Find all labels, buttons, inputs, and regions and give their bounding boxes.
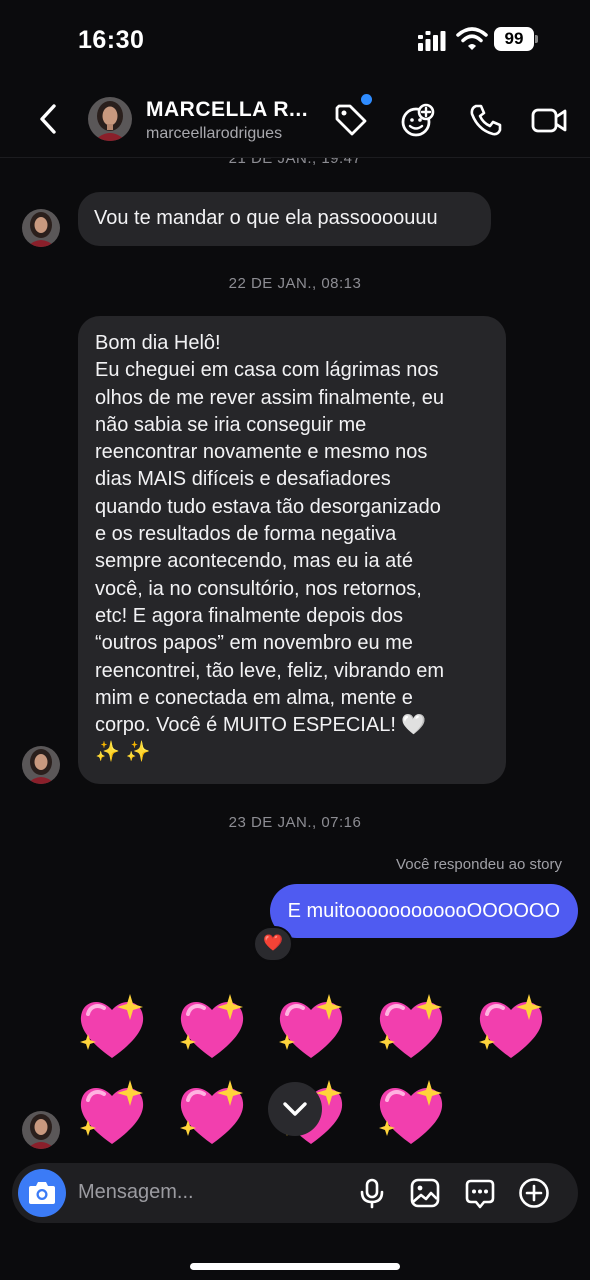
status-bar: 16:30 99 — [0, 0, 590, 80]
chat-header: MARCELLA R... marceellarodrigues — [0, 80, 590, 158]
message-bubble-sent[interactable]: E muitoooooooooooOOOOOO — [269, 884, 578, 938]
reaction-badge[interactable]: ❤️ — [253, 926, 293, 962]
timestamp: 22 DE JAN., 08:13 — [228, 275, 362, 292]
message-bubble-received[interactable]: Vou te mandar o que ela passoooouuu — [78, 192, 491, 246]
battery-level: 99 — [494, 27, 534, 51]
status-time: 16:30 — [78, 26, 145, 54]
message-line: dias MAIS difíceis e desafiadores — [95, 468, 391, 491]
sparkling-hearts-row[interactable] — [74, 1078, 449, 1164]
message-line: quando tudo estava tão desorganizado — [95, 495, 441, 518]
chevron-left-icon[interactable] — [36, 102, 62, 136]
sparkling-heart-icon — [373, 1078, 449, 1150]
camera-icon — [29, 1182, 55, 1204]
message-line: ✨ ✨ — [95, 741, 151, 764]
sparkling-heart-icon — [74, 1078, 150, 1150]
message-input[interactable]: Mensagem... — [78, 1181, 194, 1204]
plus-circle-icon[interactable] — [518, 1177, 550, 1209]
message-avatar[interactable] — [22, 746, 60, 784]
chevron-down-icon — [283, 1102, 307, 1116]
sparkling-heart-icon — [473, 992, 549, 1064]
image-icon[interactable] — [409, 1177, 441, 1209]
scroll-to-bottom-button[interactable] — [268, 1082, 322, 1136]
timestamp: 23 DE JAN., 07:16 — [228, 814, 362, 831]
message-line: Bom dia Helô! — [95, 332, 221, 354]
message-line: olhos de me rever assim finalmente, eu — [95, 386, 445, 409]
battery-indicator: 99 — [494, 27, 538, 51]
message-line: Eu cheguei em casa com lágrimas nos — [95, 359, 439, 382]
contact-username[interactable]: marceellarodrigues — [146, 125, 282, 143]
sparkling-heart-icon — [174, 1078, 250, 1150]
contact-name[interactable]: MARCELLA R... — [146, 98, 308, 122]
wifi-icon — [456, 27, 488, 50]
sparkling-heart-icon — [174, 992, 250, 1064]
message-line: corpo. Você é MUITO ESPECIAL! 🤍 — [95, 714, 427, 737]
video-icon[interactable] — [530, 102, 568, 138]
sparkling-hearts-row[interactable] — [74, 992, 549, 1078]
message-dots-icon[interactable] — [464, 1177, 496, 1209]
sparkling-heart-icon — [373, 992, 449, 1064]
sparkling-heart-icon — [273, 992, 349, 1064]
message-composer: Mensagem... — [12, 1163, 578, 1223]
microphone-icon[interactable] — [356, 1177, 388, 1209]
message-avatar[interactable] — [22, 1111, 60, 1149]
phone-icon[interactable] — [468, 102, 504, 138]
cellular-signal-icon — [418, 31, 446, 51]
sticker-icon[interactable] — [400, 102, 436, 138]
message-line: reencontrei, tão leve, feliz, vibrando e… — [95, 659, 445, 682]
home-indicator — [190, 1263, 400, 1270]
message-line: reencontrar novamente e mesmo nos — [95, 441, 428, 464]
message-line: sempre acontecendo, mas eu ia até — [95, 550, 413, 573]
message-line: e os resultados de forma negativa — [95, 523, 397, 546]
message-bubble-received[interactable]: Bom dia Helô! Eu cheguei em casa com lág… — [78, 316, 506, 784]
story-reply-label: Você respondeu ao story — [396, 856, 562, 873]
battery-nub — [535, 35, 538, 43]
message-line: etc! E agora finalmente depois dos — [95, 604, 403, 627]
contact-avatar[interactable] — [88, 97, 132, 141]
message-line: “outros papos” em novembro eu me — [95, 632, 413, 655]
message-line: mim e conectada em alma, mente e — [95, 686, 413, 709]
camera-button[interactable] — [18, 1169, 66, 1217]
notification-dot — [361, 94, 372, 105]
message-line: não sabia se iria conseguir me — [95, 413, 367, 436]
tag-icon[interactable] — [333, 102, 369, 138]
sparkling-heart-icon — [74, 992, 150, 1064]
message-avatar[interactable] — [22, 209, 60, 247]
message-line: você, ia no consultório, nos retornos, — [95, 577, 422, 600]
